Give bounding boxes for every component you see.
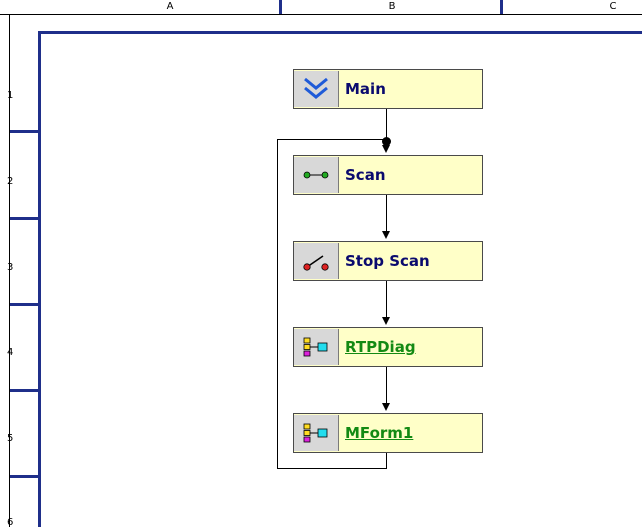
flow-node-rtpdiag[interactable]: RTPDiag [293, 327, 483, 367]
connector-line [386, 279, 387, 317]
subprogram-icon [294, 329, 339, 365]
connector-line [386, 365, 387, 403]
row-divider[interactable] [10, 130, 40, 133]
row-header-6[interactable]: 6 [7, 517, 27, 528]
scan-node-icon [294, 157, 339, 193]
node-link[interactable]: MForm1 [339, 424, 413, 442]
column-header: A B C [0, 0, 642, 15]
row-divider[interactable] [10, 217, 40, 220]
row-header-2[interactable]: 2 [7, 176, 27, 187]
row-divider[interactable] [10, 389, 40, 392]
page-left-border [38, 31, 41, 527]
row-header-3[interactable]: 3 [7, 262, 27, 273]
connector-line [386, 107, 387, 139]
node-link[interactable]: RTPDiag [339, 338, 416, 356]
row-header-4[interactable]: 4 [7, 347, 27, 358]
node-label: Stop Scan [345, 252, 430, 270]
subprogram-icon [294, 415, 339, 451]
column-header-c[interactable]: C [503, 0, 642, 13]
page-top-border [38, 31, 642, 34]
row-header: 1 2 3 4 5 6 [0, 0, 40, 528]
row-header-5[interactable]: 5 [7, 433, 27, 444]
arrowhead [382, 403, 390, 411]
node-label: Scan [345, 166, 386, 184]
node-label: Main [345, 80, 386, 98]
flow-node-scan[interactable]: Scan [293, 155, 483, 195]
column-header-a[interactable]: A [60, 0, 280, 13]
flow-node-main[interactable]: Main [293, 69, 483, 109]
loop-line [277, 139, 278, 469]
row-divider[interactable] [10, 303, 40, 306]
row-divider[interactable] [10, 475, 40, 478]
column-header-b[interactable]: B [282, 0, 502, 13]
flow-node-stop-scan[interactable]: Stop Scan [293, 241, 483, 281]
connector-line [386, 193, 387, 231]
flow-node-mform1[interactable]: MForm1 [293, 413, 483, 453]
arrowhead [382, 231, 390, 239]
arrowhead [382, 317, 390, 325]
arrowhead [382, 145, 390, 153]
chevron-down-icon [294, 71, 339, 107]
loop-line [277, 468, 387, 469]
loop-line [386, 451, 387, 468]
loop-line [277, 139, 387, 140]
stop-scan-icon [294, 243, 339, 279]
row-header-1[interactable]: 1 [7, 90, 27, 101]
